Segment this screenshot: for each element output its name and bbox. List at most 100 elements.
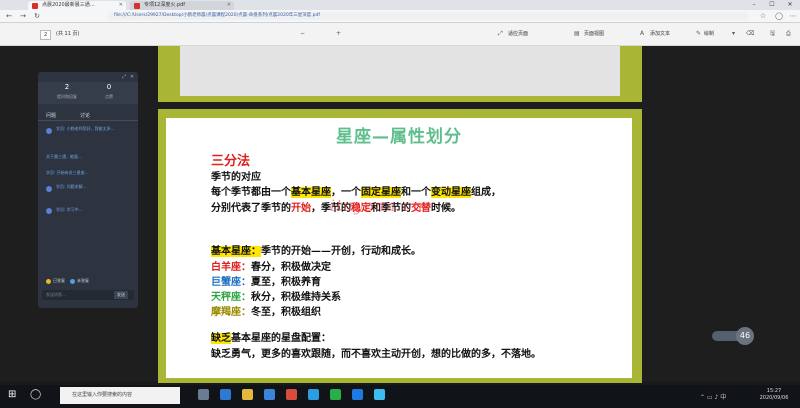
sign-row-capricorn: 摩羯座：冬至，积极组织 <box>211 303 321 318</box>
erase-icon[interactable]: ⌫ <box>746 30 754 38</box>
page-view-button[interactable]: 页面视图 <box>584 30 604 38</box>
divider <box>38 120 138 121</box>
stat-label: 提问和回复 <box>57 94 77 99</box>
add-text-button[interactable]: 添加文本 <box>650 30 670 38</box>
sign-row-aries: 白羊座：春分，积极做决定 <box>211 258 331 273</box>
draw-button[interactable]: 绘制 <box>704 30 714 38</box>
stat-value: 0 <box>106 83 112 91</box>
app-icon[interactable] <box>286 389 297 400</box>
tab-discussion[interactable]: 讨论 <box>80 112 90 119</box>
chat-input[interactable]: 发送消息… 发送 <box>42 290 134 300</box>
text: 组成， <box>471 187 501 198</box>
edge-icon[interactable] <box>220 389 231 400</box>
start-word: 开始 <box>291 203 311 214</box>
windows-start-icon[interactable]: ⊞ <box>8 389 16 400</box>
clock[interactable]: 15:27 2020/09/06 <box>752 388 796 402</box>
stat-label: 点赞 <box>105 94 113 99</box>
tab-2-label: 专项12深度火.pdf <box>144 2 186 8</box>
chat-input-placeholder: 发送消息… <box>46 292 66 297</box>
refresh-icon[interactable]: ↻ <box>32 11 42 21</box>
page-number-field[interactable]: 2 <box>40 30 52 40</box>
chat-message: 学员: 开始有关三星座… <box>46 170 89 175</box>
pdf-toolbar <box>0 23 800 46</box>
profile-icon[interactable]: ◯ <box>774 11 784 21</box>
add-text-icon[interactable]: A <box>640 30 644 38</box>
lack-description: 缺乏勇气，更多的喜欢跟随，而不喜欢主动开创，想的比做的多，不落地。 <box>211 349 541 360</box>
pdf-icon <box>134 3 140 9</box>
chat-panel: ⤢ ✕ 2 提问和回复 0 点赞 问题 讨论 <box>38 72 138 308</box>
lack-line: 缺乏基本星座的星盘配置： <box>211 329 331 344</box>
close-window-icon[interactable]: ✕ <box>782 0 798 10</box>
expand-icon[interactable]: ⤢ <box>122 74 126 80</box>
favorite-icon[interactable]: ☆ <box>758 11 768 21</box>
close-tab-icon[interactable]: ✕ <box>227 1 231 10</box>
fit-page-icon[interactable]: ⤢ <box>498 30 503 38</box>
app-icon[interactable] <box>374 389 385 400</box>
sign-name: 摩羯座： <box>211 307 251 318</box>
tab-1-label: 点晨2020最新晨三通… <box>42 2 95 8</box>
avatar <box>46 128 52 134</box>
page-view-icon[interactable]: ▤ <box>574 30 580 38</box>
lack-label: 基本星座的星盘配置： <box>231 333 331 344</box>
app-icon[interactable] <box>352 389 363 400</box>
sign-name: 天秤座： <box>211 292 251 303</box>
stat-value: 2 <box>64 83 70 91</box>
save-icon[interactable]: 🖫 <box>770 30 775 38</box>
unanswered-option[interactable]: 未答复 <box>77 278 89 284</box>
minimize-icon[interactable]: – <box>746 0 762 10</box>
maximize-icon[interactable]: ☐ <box>764 0 780 10</box>
print-icon[interactable]: ⎙ <box>786 30 791 38</box>
browser-tab-1[interactable]: 点晨2020最新晨三通… ✕ <box>28 1 126 10</box>
fit-page-button[interactable]: 适应页面 <box>508 30 528 38</box>
chat-message: 关于晨三通，能量… <box>46 154 82 159</box>
sign-desc: 秋分，积极维持关系 <box>251 292 341 303</box>
cardinal-desc: 季节的开始——开创，行动和成长。 <box>261 246 421 257</box>
answered-option[interactable]: 已答复 <box>53 278 65 284</box>
text: 每个季节都由一个 <box>211 187 291 198</box>
sign-row-libra: 天秤座：秋分，积极维持关系 <box>211 288 341 303</box>
sign-row-cancer: 巨蟹座：夏至，积极养育 <box>211 273 321 288</box>
unanswered-dot-icon <box>70 279 75 284</box>
text: 分别代表了季节的 <box>211 203 291 214</box>
back-icon[interactable]: ← <box>4 11 14 21</box>
slide-heading: 三分法 <box>211 154 251 169</box>
mutable-highlight: 变动星座 <box>431 187 471 198</box>
tab-questions[interactable]: 问题 <box>46 112 56 119</box>
watermark: itayona.cn <box>330 196 424 215</box>
mail-icon[interactable] <box>264 389 275 400</box>
chat-stats: 2 提问和回复 0 点赞 <box>38 82 138 104</box>
more-icon[interactable]: ⋯ <box>788 11 798 21</box>
zoom-in-button[interactable]: + <box>336 30 341 38</box>
lack-highlight: 缺乏 <box>211 333 231 344</box>
slide-title: 星座—属性划分 <box>336 127 462 147</box>
zoom-out-button[interactable]: − <box>300 30 305 38</box>
draw-icon[interactable]: ✎ <box>696 30 701 38</box>
cardinal-label: 基本星座： <box>211 246 261 257</box>
wechat-icon[interactable] <box>330 389 341 400</box>
sign-desc: 冬至，积极组织 <box>251 307 321 318</box>
chat-message: 学员: 学习中… <box>56 207 83 212</box>
url-field[interactable]: file:///C:/Users/29927/Desktop/小鹤老师晨/点晨课… <box>108 12 748 20</box>
close-panel-icon[interactable]: ✕ <box>130 74 134 80</box>
speed-widget: 46 <box>712 327 772 345</box>
file-explorer-icon[interactable] <box>242 389 253 400</box>
browser-icon[interactable] <box>308 389 319 400</box>
highlight-icon[interactable]: ▾ <box>732 30 735 38</box>
search-icon[interactable]: ◯ <box>30 389 41 400</box>
pdf-icon <box>32 3 38 9</box>
close-tab-icon[interactable]: ✕ <box>119 1 123 10</box>
forward-icon[interactable]: → <box>18 11 28 21</box>
tray-icons[interactable]: ⌃ ▭ ♪ 中 <box>700 392 726 401</box>
taskbar-search-input[interactable]: 在这里输入你要搜索的内容 <box>60 387 180 404</box>
season-correspondence: 季节的对应 <box>211 172 261 183</box>
sign-name: 巨蟹座： <box>211 277 251 288</box>
sign-desc: 夏至，积极养育 <box>251 277 321 288</box>
cardinal-highlight: 基本星座 <box>291 187 331 198</box>
previous-page <box>158 46 642 102</box>
avatar <box>46 186 52 192</box>
sign-name: 白羊座： <box>211 262 251 273</box>
avatar <box>46 208 52 214</box>
task-view-icon[interactable] <box>198 389 209 400</box>
send-button[interactable]: 发送 <box>114 291 128 299</box>
browser-tab-2[interactable]: 专项12深度火.pdf ✕ <box>130 1 234 10</box>
